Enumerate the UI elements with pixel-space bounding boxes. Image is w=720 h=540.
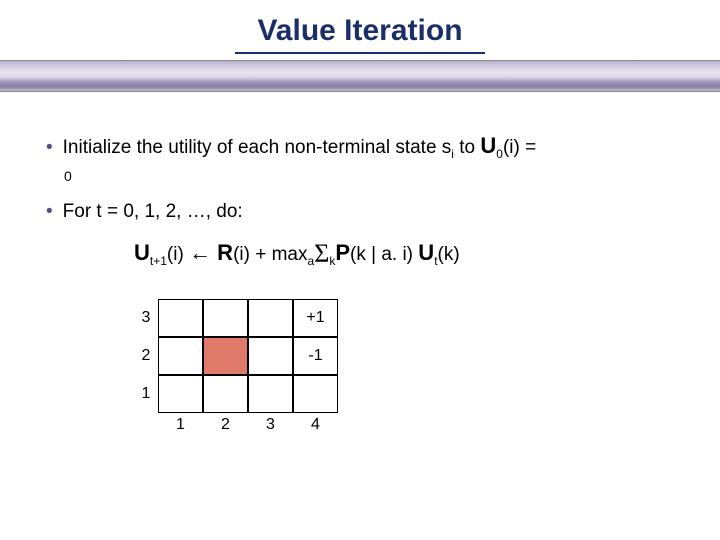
decorative-band (0, 60, 720, 92)
bullet-1-zero: 0 (46, 168, 674, 184)
bullet-1-mid: to (454, 137, 480, 158)
col-label-4: 4 (293, 413, 338, 437)
row-label-3: 3 (134, 299, 158, 337)
bullet-1: • Initialize the utility of each non-term… (46, 132, 674, 162)
bullet-2: • For t = 0, 1, 2, …, do: (46, 200, 674, 225)
cell-1-4 (293, 375, 338, 413)
bullet-1-post: (i) = (503, 137, 536, 158)
value-iteration-formula: Ut+1(i) ← R(i) + maxaΣkP(k | a. i) Ut(k) (46, 239, 674, 269)
col-label-3: 3 (248, 413, 293, 437)
row-label-1: 1 (134, 375, 158, 413)
title-underline (235, 52, 485, 54)
formula-U1post: (i) (167, 244, 189, 265)
cell-2-3 (248, 337, 293, 375)
row-label-2: 2 (134, 337, 158, 375)
bullet-2-text: For t = 0, 1, 2, …, do: (63, 201, 243, 222)
cell-3-4-goal: +1 (293, 299, 338, 337)
bullet-1-Usub: 0 (496, 147, 503, 161)
cell-1-3 (248, 375, 293, 413)
slide-content: • Initialize the utility of each non-term… (0, 92, 720, 437)
formula-Ppost: (k | a. i) (350, 244, 418, 265)
sigma-icon: Σ (314, 239, 329, 268)
formula-Rpost: (i) + max (233, 244, 307, 265)
cell-2-2-obstacle (203, 337, 248, 375)
cell-2-1 (158, 337, 203, 375)
formula-R: R (211, 240, 233, 265)
cell-3-3 (248, 299, 293, 337)
cell-3-2 (203, 299, 248, 337)
cell-1-2 (203, 375, 248, 413)
bullet-dot: • (46, 201, 53, 222)
slide-title: Value Iteration (0, 0, 720, 52)
grid: 3 +1 2 -1 1 1 2 3 4 (134, 299, 394, 437)
gridworld: 3 +1 2 -1 1 1 2 3 4 (134, 299, 394, 437)
bullet-1-U: U (480, 133, 496, 158)
cell-3-1 (158, 299, 203, 337)
formula-U1sub: t+1 (150, 254, 167, 268)
bullet-dot: • (46, 137, 53, 158)
formula-P: P (335, 240, 350, 265)
formula-U1: U (134, 240, 150, 265)
formula-U2post: (k) (438, 244, 460, 265)
formula-U2: U (418, 240, 434, 265)
cell-1-1 (158, 375, 203, 413)
bullet-1-text-pre: Initialize the utility of each non-termi… (63, 137, 452, 158)
grid-corner (134, 413, 158, 437)
formula-arrow: ← (189, 240, 211, 265)
col-label-1: 1 (158, 413, 203, 437)
cell-2-4-pit: -1 (293, 337, 338, 375)
col-label-2: 2 (203, 413, 248, 437)
